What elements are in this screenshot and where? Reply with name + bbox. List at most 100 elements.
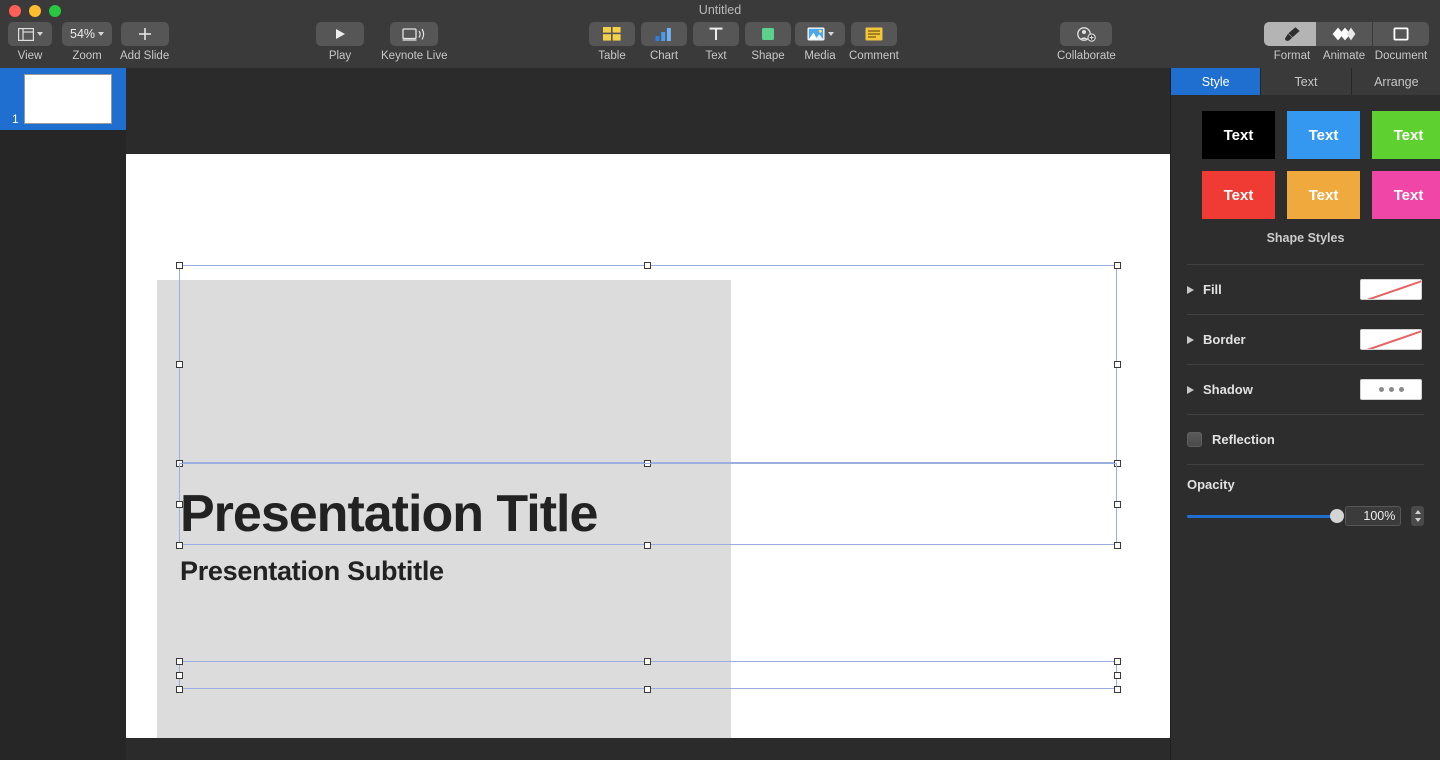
view-label: View bbox=[17, 50, 43, 62]
author-resize-handle-bc[interactable] bbox=[643, 685, 651, 693]
collaborate-button[interactable] bbox=[1060, 22, 1113, 46]
document-label: Document bbox=[1374, 50, 1428, 62]
toolbar-play[interactable]: Play bbox=[316, 22, 364, 62]
subtitle-resize-handle-bl[interactable] bbox=[175, 541, 183, 549]
toolbar-view[interactable]: View bbox=[8, 22, 52, 62]
toolbar-document[interactable]: Document bbox=[1373, 22, 1429, 62]
fill-swatch[interactable] bbox=[1360, 279, 1422, 300]
shape-square-icon bbox=[762, 28, 774, 40]
slide-surface[interactable]: Presentation Title Presentation Subtitle… bbox=[126, 154, 1170, 760]
reflection-checkbox[interactable] bbox=[1187, 432, 1202, 447]
comment-button[interactable] bbox=[850, 22, 897, 46]
chart-button[interactable] bbox=[641, 22, 687, 46]
author-resize-handle-bl[interactable] bbox=[175, 685, 183, 693]
shadow-row[interactable]: Shadow bbox=[1171, 365, 1440, 414]
opacity-stepper[interactable] bbox=[1411, 506, 1424, 526]
subtitle-resize-handle-mr[interactable] bbox=[1113, 500, 1121, 508]
subtitle-resize-handle-ml[interactable] bbox=[175, 500, 183, 508]
resize-handle-ml[interactable] bbox=[175, 360, 183, 368]
opacity-value-field[interactable]: 100% bbox=[1344, 506, 1402, 526]
media-button[interactable] bbox=[795, 22, 845, 46]
tab-text[interactable]: Text bbox=[1261, 68, 1352, 95]
toolbar-shape[interactable]: Shape bbox=[745, 22, 791, 62]
add-slide-button[interactable] bbox=[120, 22, 169, 46]
tab-style[interactable]: Style bbox=[1171, 68, 1262, 95]
resize-handle-tc[interactable] bbox=[643, 261, 651, 269]
shadow-swatch[interactable] bbox=[1360, 379, 1422, 400]
shape-style-label: Text bbox=[1223, 126, 1254, 144]
reflection-row[interactable]: Reflection bbox=[1171, 415, 1440, 464]
resize-handle-mr[interactable] bbox=[1113, 360, 1121, 368]
play-button[interactable] bbox=[316, 22, 364, 46]
slide-subtitle-text[interactable]: Presentation Subtitle bbox=[180, 556, 444, 587]
slider-knob[interactable] bbox=[1330, 509, 1344, 523]
author-resize-handle-tl[interactable] bbox=[175, 657, 183, 665]
toolbar-zoom[interactable]: 54% Zoom bbox=[62, 22, 113, 62]
keynote-live-icon bbox=[402, 27, 425, 41]
author-resize-handle-mr[interactable] bbox=[1113, 671, 1121, 679]
stepper-up-icon[interactable] bbox=[1414, 510, 1421, 514]
toolbar-comment[interactable]: Comment bbox=[849, 22, 899, 62]
keynote-live-button[interactable] bbox=[390, 22, 439, 46]
toolbar-keynote-live[interactable]: Keynote Live bbox=[381, 22, 448, 62]
text-button[interactable] bbox=[693, 22, 739, 46]
shape-style-swatch-1[interactable]: Text bbox=[1202, 111, 1275, 159]
document-square-icon bbox=[1393, 26, 1409, 40]
toolbar-table[interactable]: Table bbox=[589, 22, 635, 62]
toolbar-format[interactable]: Format bbox=[1264, 22, 1320, 62]
border-row[interactable]: Border bbox=[1171, 315, 1440, 364]
author-resize-handle-tc[interactable] bbox=[643, 657, 651, 665]
format-button[interactable] bbox=[1264, 22, 1320, 46]
resize-handle-tl[interactable] bbox=[175, 261, 183, 269]
collaborate-person-icon bbox=[1077, 26, 1097, 42]
disclosure-triangle-icon[interactable] bbox=[1187, 285, 1194, 294]
animate-label: Animate bbox=[1322, 50, 1366, 62]
animate-button[interactable] bbox=[1316, 22, 1372, 46]
document-button[interactable] bbox=[1373, 22, 1429, 46]
author-resize-handle-br[interactable] bbox=[1113, 685, 1121, 693]
shape-style-swatch-3[interactable]: Text bbox=[1372, 111, 1440, 159]
stepper-down-icon[interactable] bbox=[1414, 518, 1421, 522]
shape-style-swatch-5[interactable]: Text bbox=[1287, 171, 1360, 219]
border-swatch[interactable] bbox=[1360, 329, 1422, 350]
toolbar-add-slide[interactable]: Add Slide bbox=[120, 22, 169, 62]
author-resize-handle-tr[interactable] bbox=[1113, 657, 1121, 665]
media-label: Media bbox=[804, 50, 836, 62]
subtitle-selection-box bbox=[179, 463, 1117, 545]
keynote-window: Untitled View 54% Zoom Add Slide Play Ke… bbox=[0, 0, 1440, 760]
toolbar-animate[interactable]: Animate bbox=[1316, 22, 1372, 62]
shape-style-swatch-2[interactable]: Text bbox=[1287, 111, 1360, 159]
subtitle-resize-handle-br[interactable] bbox=[1113, 541, 1121, 549]
window-title: Untitled bbox=[698, 3, 742, 17]
disclosure-triangle-icon[interactable] bbox=[1187, 385, 1194, 394]
view-button[interactable] bbox=[8, 22, 52, 46]
slide-navigator[interactable]: 1 bbox=[0, 68, 126, 760]
toolbar-media[interactable]: Media bbox=[795, 22, 845, 62]
disclosure-triangle-icon[interactable] bbox=[1187, 335, 1194, 344]
shape-style-label: Text bbox=[1308, 186, 1339, 204]
slide-thumbnail-1[interactable]: 1 bbox=[0, 68, 126, 130]
opacity-controls: 100% bbox=[1187, 506, 1424, 526]
slide-thumbnail-image bbox=[24, 74, 112, 124]
subtitle-resize-handle-bc[interactable] bbox=[643, 541, 651, 549]
resize-handle-tr[interactable] bbox=[1113, 261, 1121, 269]
slide-canvas[interactable]: Presentation Title Presentation Subtitle… bbox=[126, 68, 1170, 760]
shape-style-label: Text bbox=[1308, 126, 1339, 144]
toolbar-text[interactable]: Text bbox=[693, 22, 739, 62]
no-fill-slash-icon bbox=[1361, 280, 1421, 299]
shape-style-swatch-6[interactable]: Text bbox=[1372, 171, 1440, 219]
shape-style-swatch-4[interactable]: Text bbox=[1202, 171, 1275, 219]
view-layout-icon bbox=[17, 27, 34, 41]
tab-arrange[interactable]: Arrange bbox=[1352, 68, 1440, 95]
chevron-down-icon bbox=[36, 32, 43, 36]
author-resize-handle-ml[interactable] bbox=[175, 671, 183, 679]
chevron-down-icon bbox=[827, 32, 834, 36]
text-t-icon bbox=[709, 27, 723, 40]
opacity-slider[interactable] bbox=[1187, 509, 1344, 523]
fill-row[interactable]: Fill bbox=[1171, 265, 1440, 314]
toolbar-chart[interactable]: Chart bbox=[641, 22, 687, 62]
toolbar-collaborate[interactable]: Collaborate bbox=[1057, 22, 1116, 62]
zoom-button[interactable]: 54% bbox=[62, 22, 113, 46]
shape-button[interactable] bbox=[745, 22, 791, 46]
table-button[interactable] bbox=[589, 22, 635, 46]
